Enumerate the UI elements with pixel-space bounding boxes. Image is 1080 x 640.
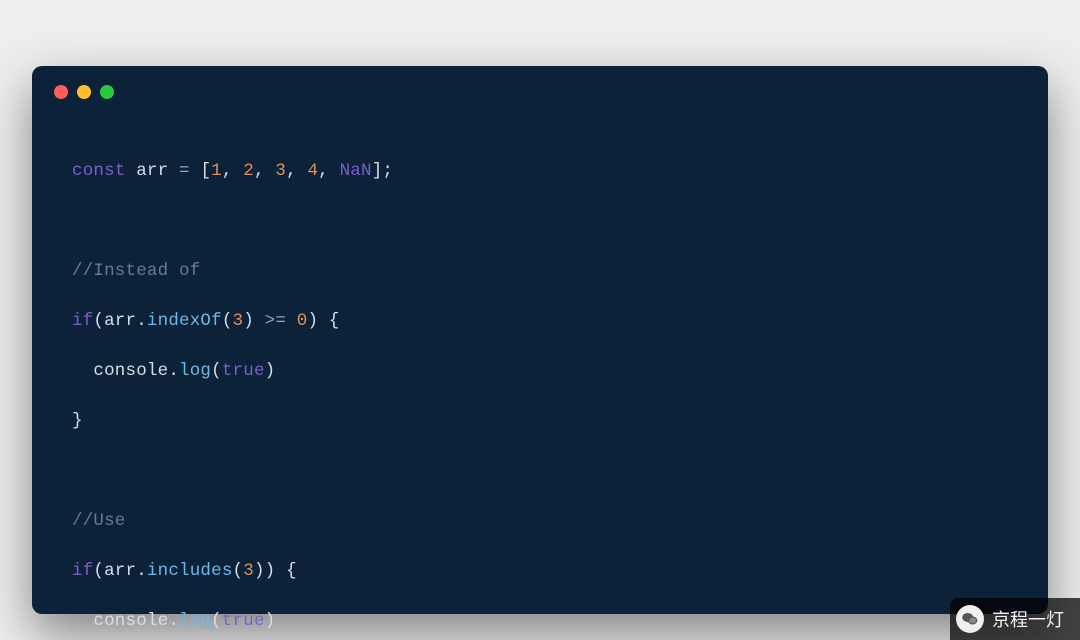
code-line: console.log(true)	[72, 359, 1008, 384]
identifier-console: console	[93, 611, 168, 631]
number: 2	[243, 161, 254, 181]
watermark-text: 京程一灯	[992, 606, 1064, 632]
code-line: if(arr.indexOf(3) >= 0) {	[72, 309, 1008, 334]
brace: {	[329, 311, 340, 331]
window-titlebar	[32, 84, 1048, 100]
number: 4	[307, 161, 318, 181]
code-line: console.log(true)	[72, 609, 1008, 634]
paren: (	[233, 561, 244, 581]
brace: {	[286, 561, 297, 581]
method-includes: includes	[147, 561, 233, 581]
identifier: arr	[136, 161, 168, 181]
constant-true: true	[222, 361, 265, 381]
comma: ,	[286, 161, 297, 181]
paren: )	[307, 311, 318, 331]
comma: ,	[254, 161, 265, 181]
keyword-const: const	[72, 161, 126, 181]
number: 0	[297, 311, 308, 331]
bracket: ]	[372, 161, 383, 181]
dot: .	[168, 611, 179, 631]
code-line: if(arr.includes(3)) {	[72, 559, 1008, 584]
number: 3	[233, 311, 244, 331]
dot: .	[136, 311, 147, 331]
code-window: const arr = [1, 2, 3, 4, NaN]; //Instead…	[32, 66, 1048, 614]
comment: //Use	[72, 511, 126, 531]
code-block: const arr = [1, 2, 3, 4, NaN]; //Instead…	[32, 100, 1048, 640]
constant-nan: NaN	[340, 161, 372, 181]
paren: )	[265, 361, 276, 381]
paren: )	[243, 311, 254, 331]
identifier: arr	[104, 561, 136, 581]
bracket: [	[200, 161, 211, 181]
operator: =	[179, 161, 190, 181]
number: 3	[275, 161, 286, 181]
paren: )	[265, 561, 276, 581]
zoom-icon[interactable]	[100, 85, 114, 99]
semicolon: ;	[382, 161, 393, 181]
comment: //Instead of	[72, 261, 200, 281]
comma: ,	[318, 161, 329, 181]
method-log: log	[179, 611, 211, 631]
method-indexof: indexOf	[147, 311, 222, 331]
dot: .	[168, 361, 179, 381]
blank-line	[72, 459, 1008, 484]
paren: (	[211, 361, 222, 381]
code-line: //Instead of	[72, 259, 1008, 284]
stage: const arr = [1, 2, 3, 4, NaN]; //Instead…	[0, 0, 1080, 640]
paren: )	[254, 561, 265, 581]
close-icon[interactable]	[54, 85, 68, 99]
paren: (	[93, 311, 104, 331]
operator: >=	[265, 311, 286, 331]
method-log: log	[179, 361, 211, 381]
paren: (	[211, 611, 222, 631]
keyword-if: if	[72, 561, 93, 581]
code-line: const arr = [1, 2, 3, 4, NaN];	[72, 159, 1008, 184]
number: 1	[211, 161, 222, 181]
keyword-if: if	[72, 311, 93, 331]
dot: .	[136, 561, 147, 581]
code-line: }	[72, 409, 1008, 434]
identifier-console: console	[93, 361, 168, 381]
paren: (	[222, 311, 233, 331]
paren: )	[265, 611, 276, 631]
wechat-icon	[956, 605, 984, 633]
identifier: arr	[104, 311, 136, 331]
number: 3	[243, 561, 254, 581]
paren: (	[93, 561, 104, 581]
constant-true: true	[222, 611, 265, 631]
brace: }	[72, 411, 83, 431]
indent	[72, 361, 93, 381]
indent	[72, 611, 93, 631]
minimize-icon[interactable]	[77, 85, 91, 99]
code-line: //Use	[72, 509, 1008, 534]
watermark-badge: 京程一灯	[950, 598, 1080, 640]
blank-line	[72, 209, 1008, 234]
comma: ,	[222, 161, 233, 181]
